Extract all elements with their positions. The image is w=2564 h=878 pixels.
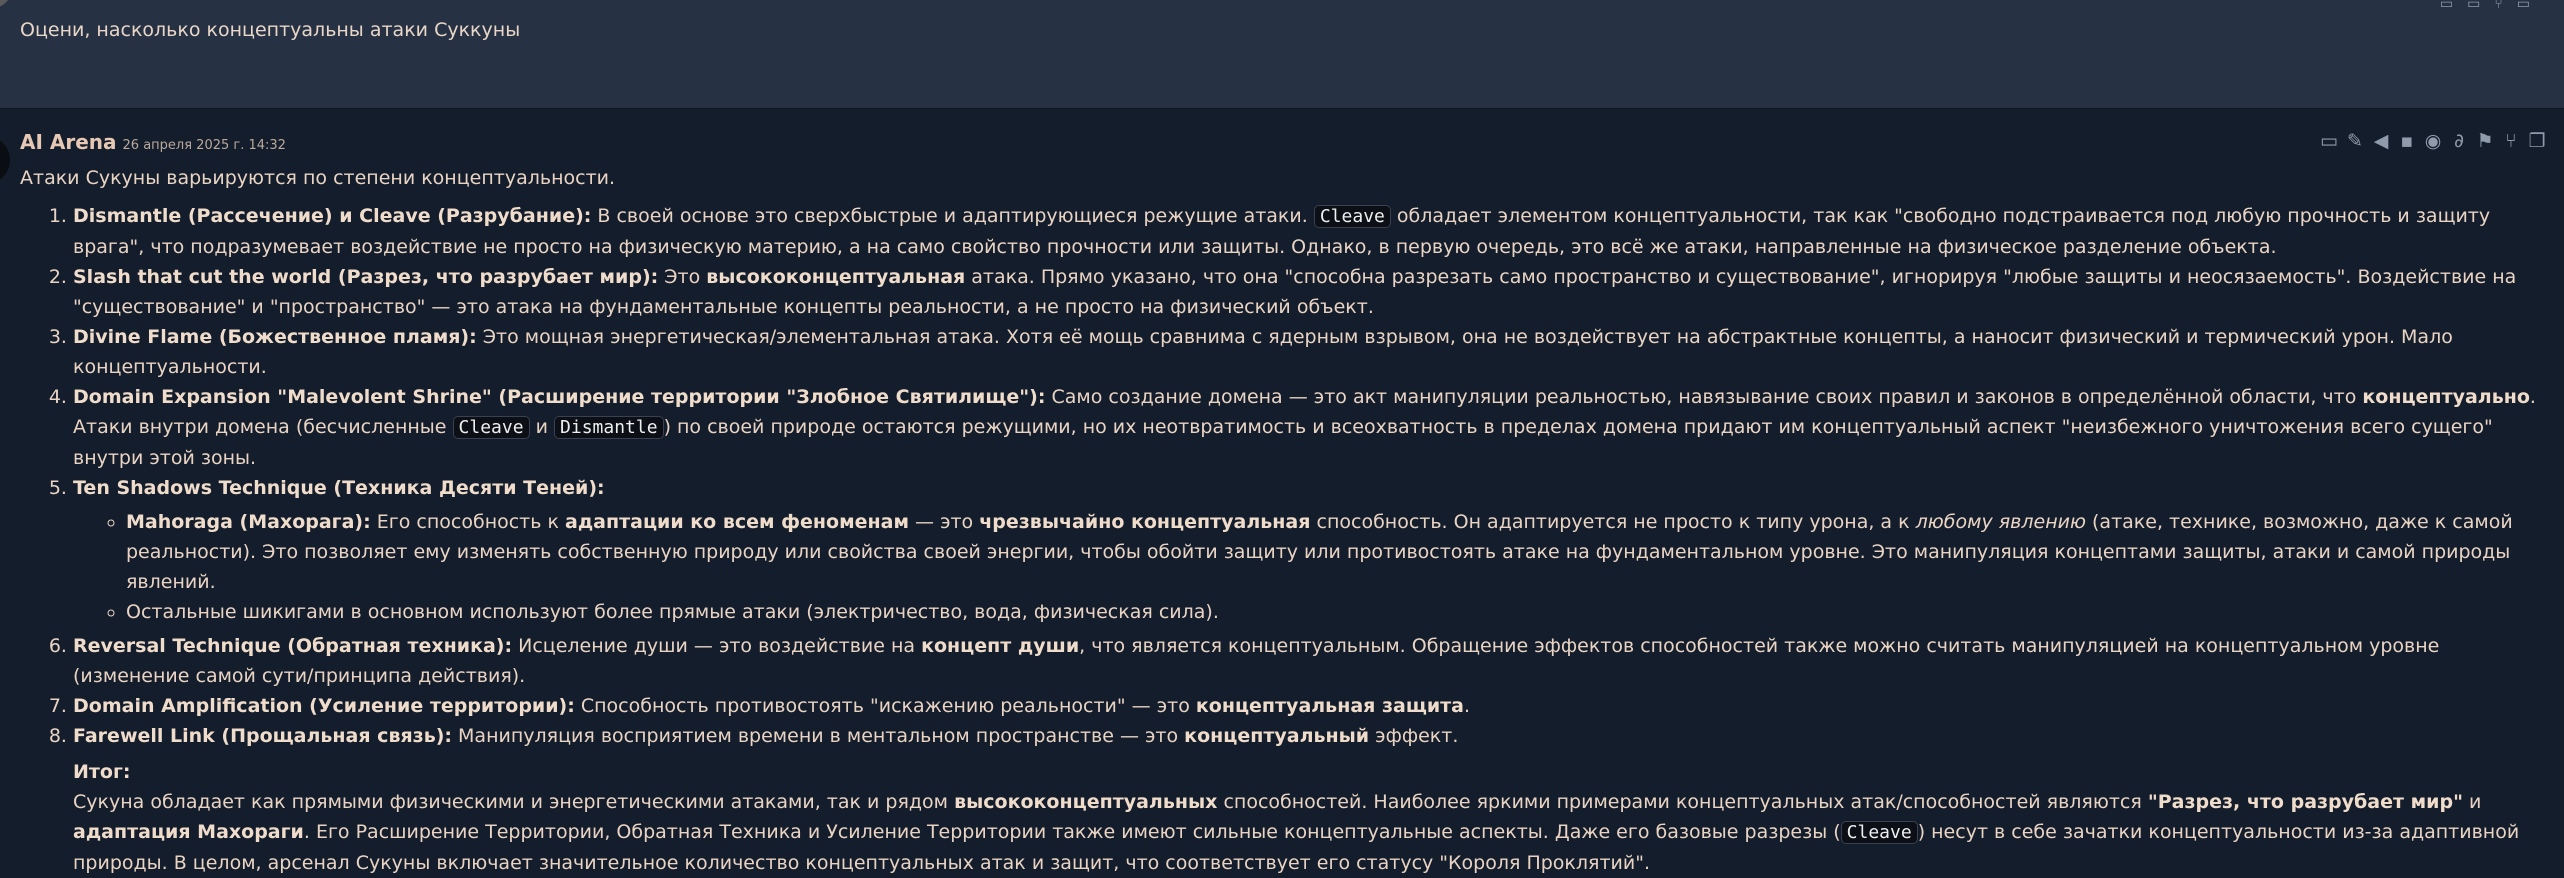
item-bold: концепт души bbox=[921, 635, 1080, 657]
user-avatar[interactable] bbox=[0, 0, 14, 10]
item-text: способностей. Наиболее яркими примерами … bbox=[1217, 791, 2148, 813]
item-bold: концептуальная защита bbox=[1195, 695, 1464, 717]
list-item: Domain Expansion "Malevolent Shrine" (Ра… bbox=[73, 382, 2550, 473]
item-text: и bbox=[529, 416, 555, 438]
item-bold: высококонцептуальная bbox=[706, 266, 966, 288]
message-intro: Атаки Сукуны варьируются по степени конц… bbox=[20, 167, 616, 189]
translate-icon[interactable]: ▭ bbox=[2316, 130, 2342, 152]
item-text: Исцеление души — это воздействие на bbox=[512, 635, 922, 657]
user-message-text: Оцени, насколько концептуальны атаки Сук… bbox=[20, 19, 521, 41]
item-text: Манипуляция восприятием времени в ментал… bbox=[452, 725, 1185, 747]
summary-heading-text: Итог: bbox=[73, 761, 131, 783]
more-icon[interactable]: ▭ bbox=[2517, 0, 2544, 12]
message-header: AI Arena 26 апреля 2025 г. 14:32 bbox=[20, 130, 286, 154]
inline-code: Cleave bbox=[452, 416, 530, 439]
item-text: В своей основе это сверхбыстрые и адапти… bbox=[591, 205, 1314, 227]
item-title: Farewell Link (Прощальная связь): bbox=[73, 725, 452, 747]
list-item: Dismantle (Рассечение) и Cleave (Разруба… bbox=[73, 201, 2550, 262]
edit-icon[interactable]: ▭ bbox=[2440, 0, 2467, 12]
sub-item-title: Mahoraga (Махорага): bbox=[126, 511, 371, 533]
summary-text: Сукуна обладает как прямыми физическими … bbox=[20, 787, 2550, 878]
item-text: и bbox=[2463, 791, 2482, 813]
inline-code: Cleave bbox=[1840, 821, 1918, 844]
item-text: Способность противостоять "искажению реа… bbox=[574, 695, 1196, 717]
item-title: Dismantle (Рассечение) и Cleave (Разруба… bbox=[73, 205, 592, 227]
message-toolbar: ▭ ✎ ◀ ▪ ◉ ∂ ⚑ ⑂ ❐ bbox=[2316, 130, 2550, 152]
item-bold: концептуально bbox=[2362, 386, 2530, 408]
paperclip-icon[interactable]: ∂ bbox=[2446, 130, 2472, 152]
inline-code: Cleave bbox=[1313, 205, 1391, 228]
list-item: Slash that cut the world (Разрез, что ра… bbox=[73, 262, 2550, 322]
item-title: Reversal Technique (Обратная техника): bbox=[73, 635, 513, 657]
item-title: Slash that cut the world (Разрез, что ра… bbox=[73, 266, 659, 288]
message-author: AI Arena bbox=[20, 130, 117, 154]
message-content: Атаки Сукуны варьируются по степени конц… bbox=[20, 163, 2550, 878]
copy-icon[interactable]: ❐ bbox=[2524, 130, 2550, 152]
summary-heading: Итог: bbox=[20, 757, 2550, 787]
item-bold: адаптация Махораги bbox=[73, 821, 304, 843]
message-date: 26 апреля 2025 г. 14:32 bbox=[122, 138, 286, 153]
item-bold: концептуальный bbox=[1184, 725, 1370, 747]
item-text: эффект. bbox=[1369, 725, 1459, 747]
list-item: Divine Flame (Божественное пламя): Это м… bbox=[73, 322, 2550, 382]
ai-avatar[interactable] bbox=[0, 136, 10, 184]
list-item: Reversal Technique (Обратная техника): И… bbox=[73, 631, 2550, 691]
item-text: Само создание домена — это акт манипуляц… bbox=[1045, 386, 2363, 408]
bookmark-icon[interactable]: ▪ bbox=[2394, 130, 2420, 152]
branch-icon[interactable]: ⑂ bbox=[2498, 130, 2524, 152]
sub-list-item: Остальные шикигами в основном используют… bbox=[126, 597, 2550, 627]
megaphone-icon[interactable]: ◀ bbox=[2368, 130, 2394, 152]
list-item: Ten Shadows Technique (Техника Десяти Те… bbox=[73, 473, 2550, 627]
item-bold: адаптации ко всем феноменам bbox=[565, 511, 909, 533]
item-text: Это bbox=[658, 266, 707, 288]
sub-list: Mahoraga (Махорага): Его способность к а… bbox=[73, 507, 2550, 627]
user-message: ▭▭⑂▭ Оцени, насколько концептуальны атак… bbox=[0, 0, 2564, 109]
user-message-toolbar: ▭▭⑂▭ bbox=[2440, 0, 2544, 12]
item-title: Divine Flame (Божественное пламя): bbox=[73, 326, 477, 348]
item-text: Сукуна обладает как прямыми физическими … bbox=[73, 791, 955, 813]
item-title: Ten Shadows Technique (Техника Десяти Те… bbox=[73, 477, 605, 499]
item-title: Domain Expansion "Malevolent Shrine" (Ра… bbox=[73, 386, 1046, 408]
list-item: Farewell Link (Прощальная связь): Манипу… bbox=[73, 721, 2550, 751]
item-text: . bbox=[1463, 695, 1471, 717]
list-item: Domain Amplification (Усиление территори… bbox=[73, 691, 2550, 721]
flag-icon[interactable]: ⚑ bbox=[2472, 130, 2498, 152]
item-text: Остальные шикигами в основном используют… bbox=[126, 601, 1219, 623]
item-title: Domain Amplification (Усиление территори… bbox=[73, 695, 575, 717]
attack-list: Dismantle (Рассечение) и Cleave (Разруба… bbox=[20, 201, 2550, 751]
item-bold: высококонцептуальных bbox=[954, 791, 1218, 813]
item-bold: "Разрез, что разрубает мир" bbox=[2147, 791, 2463, 813]
item-italic: любому явлению bbox=[1915, 511, 2086, 533]
pen-icon[interactable]: ✎ bbox=[2342, 130, 2368, 152]
eye-icon[interactable]: ◉ bbox=[2420, 130, 2446, 152]
copy-icon[interactable]: ▭ bbox=[2467, 0, 2494, 12]
item-text: — это bbox=[908, 511, 980, 533]
item-text: . Его Расширение Территории, Обратная Те… bbox=[303, 821, 1841, 843]
inline-code: Dismantle bbox=[554, 416, 664, 439]
sub-list-item: Mahoraga (Махорага): Его способность к а… bbox=[126, 507, 2550, 597]
item-text: Его способность к bbox=[370, 511, 566, 533]
item-bold: чрезвычайно концептуальная bbox=[979, 511, 1311, 533]
branch-icon[interactable]: ⑂ bbox=[2494, 0, 2516, 12]
item-text: способность. Он адаптируется не просто к… bbox=[1310, 511, 1916, 533]
